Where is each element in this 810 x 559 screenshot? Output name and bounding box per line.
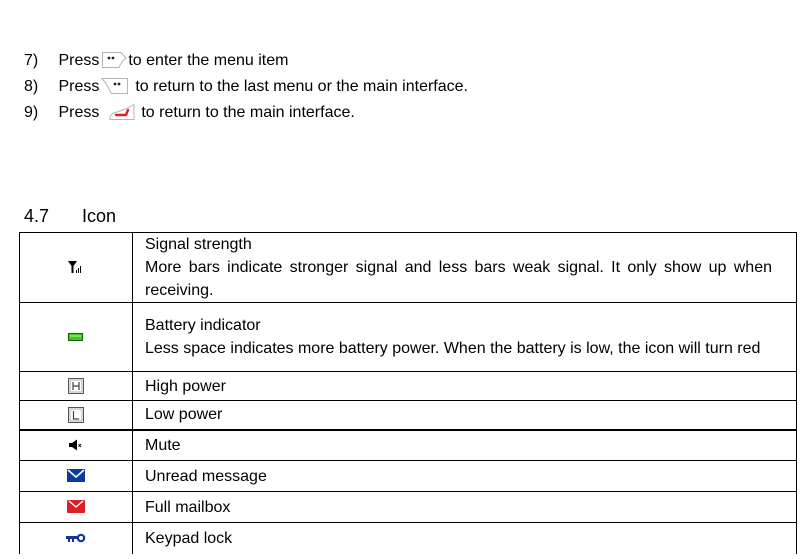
icon-cell — [19, 522, 133, 554]
table-row: Battery indicator Less space indicates m… — [19, 302, 797, 372]
icon-table: Signal strength More bars indicate stron… — [19, 232, 797, 554]
high-power-icon — [68, 377, 84, 394]
icon-cell — [19, 460, 133, 492]
battery-icon — [68, 332, 84, 342]
keypad-lock-icon — [66, 533, 86, 543]
table-row: Keypad lock — [19, 522, 797, 554]
icon-title: Signal strength — [145, 236, 252, 253]
icon-title: Low power — [145, 406, 223, 424]
icon-title: Keypad lock — [145, 529, 233, 547]
signal-strength-icon — [68, 260, 84, 274]
icon-description: More bars indicate stronger signal and l… — [145, 259, 772, 299]
icon-title: Battery indicator — [145, 317, 261, 334]
icon-title: Full mailbox — [145, 498, 231, 516]
description-cell: Battery indicator Less space indicates m… — [132, 302, 797, 372]
step-press-label: Press — [58, 52, 100, 69]
description-cell: Unread message — [132, 460, 797, 492]
icon-cell — [19, 302, 133, 372]
instruction-steps: 7) Press to enter the menu item 8) Press… — [24, 51, 468, 129]
description-cell: Signal strength More bars indicate stron… — [132, 232, 797, 303]
right-soft-key-icon — [101, 76, 129, 94]
section-title: Icon — [82, 206, 117, 226]
table-row: Low power — [19, 400, 797, 430]
step-text: to enter the menu item — [128, 52, 289, 69]
table-row: High power — [19, 371, 797, 401]
step-8: 8) Press to return to the last menu or t… — [24, 77, 468, 103]
description-cell: Full mailbox — [132, 491, 797, 523]
left-soft-key-icon — [101, 50, 128, 68]
step-text: to return to the last menu or the main i… — [135, 78, 468, 95]
icon-title: Mute — [145, 436, 181, 454]
mute-icon — [68, 439, 84, 451]
section-number: 4.7 — [24, 206, 50, 226]
end-call-key-icon — [107, 102, 135, 120]
description-cell: High power — [132, 371, 797, 401]
step-number: 8) — [24, 78, 39, 95]
icon-title: Unread message — [145, 467, 267, 485]
step-press-label: Press — [58, 104, 100, 121]
icon-title: High power — [145, 377, 226, 395]
table-row: Mute — [19, 428, 797, 461]
icon-cell — [19, 232, 133, 303]
icon-description: Less space indicates more battery power.… — [145, 340, 761, 357]
step-9: 9) Press to return to the main interface… — [24, 103, 468, 129]
table-row: Signal strength More bars indicate stron… — [19, 232, 797, 303]
description-cell: Mute — [132, 428, 797, 461]
unread-message-icon — [67, 469, 85, 483]
step-text: to return to the main interface. — [141, 104, 355, 121]
icon-cell — [19, 371, 133, 401]
step-7: 7) Press to enter the menu item — [24, 51, 468, 77]
table-row: Full mailbox — [19, 491, 797, 523]
step-number: 9) — [24, 104, 39, 121]
step-press-label: Press — [58, 78, 100, 95]
low-power-icon — [68, 406, 84, 423]
description-cell: Low power — [132, 400, 797, 430]
full-mailbox-icon — [67, 500, 85, 514]
step-number: 7) — [24, 52, 39, 69]
icon-cell — [19, 428, 133, 461]
description-cell: Keypad lock — [132, 522, 797, 554]
icon-cell — [19, 491, 133, 523]
icon-cell — [19, 400, 133, 430]
section-heading: 4.7 Icon — [24, 205, 116, 227]
table-row: Unread message — [19, 460, 797, 492]
